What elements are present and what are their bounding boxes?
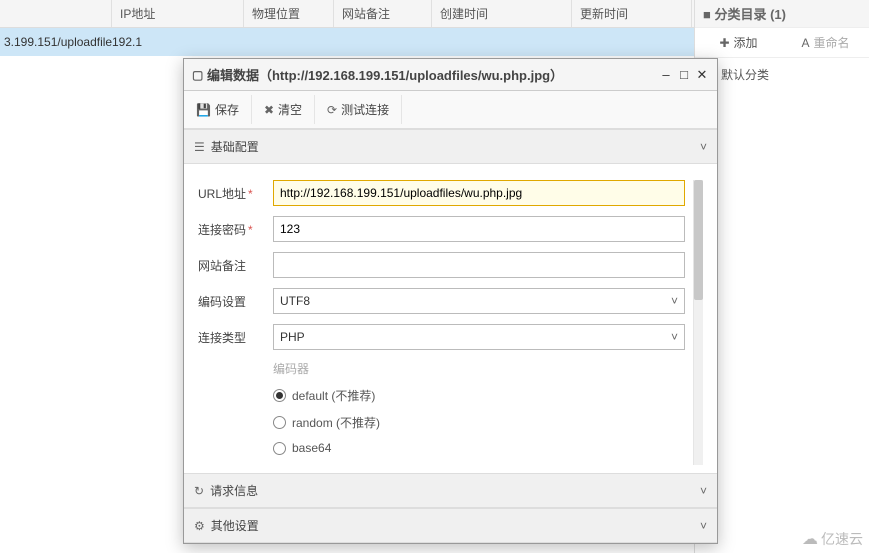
rename-label: 重命名 [814, 34, 850, 51]
clear-button[interactable]: ✖ 清空 [252, 95, 315, 124]
url-label: URL地址 [198, 187, 246, 201]
add-category-button[interactable]: ✚ 添加 [695, 34, 782, 51]
spinner-icon: ⟳ [327, 103, 337, 117]
window-icon: ▢ [192, 68, 203, 82]
encoder-random-radio[interactable]: random (不推荐) [273, 414, 685, 431]
table-header: IP地址 物理位置 网站备注 创建时间 更新时间 [0, 0, 694, 28]
th-created[interactable]: 创建时间 [432, 0, 572, 27]
test-connection-button[interactable]: ⟳ 测试连接 [315, 95, 402, 124]
th-note[interactable]: 网站备注 [334, 0, 432, 27]
rename-category-button[interactable]: A 重命名 [782, 34, 869, 51]
dialog-toolbar: 💾 保存 ✖ 清空 ⟳ 测试连接 [184, 91, 717, 129]
form-scrollbar[interactable] [693, 180, 703, 465]
chevron-down-icon: ˅ [700, 519, 707, 533]
password-input[interactable] [273, 216, 685, 242]
encoding-select[interactable]: UTF8 ˅ [273, 288, 685, 314]
type-label: 连接类型 [198, 329, 273, 346]
radio-icon [273, 416, 286, 429]
section-request[interactable]: ↻ 请求信息 ˅ [184, 473, 717, 508]
refresh-icon: ↻ [194, 484, 204, 498]
watermark: ☁ 亿速云 [802, 529, 863, 549]
password-label: 连接密码 [198, 223, 246, 237]
row-ip-cell: 192.1 [112, 35, 152, 49]
radio-icon [273, 442, 286, 455]
category-default-item[interactable]: 🗀 默认分类 [695, 58, 869, 91]
chevron-down-icon: ˅ [700, 484, 707, 498]
radio-icon [273, 389, 286, 402]
th-loc[interactable]: 物理位置 [244, 0, 334, 27]
encoding-label: 编码设置 [198, 293, 273, 310]
default-folder-label: 默认分类 [721, 66, 769, 83]
category-panel: ■ 分类目录 (1) ✚ 添加 A 重命名 🗀 默认分类 [694, 0, 869, 553]
note-label: 网站备注 [198, 257, 273, 274]
plus-icon: ✚ [719, 36, 729, 50]
scrollbar-thumb[interactable] [694, 180, 703, 300]
save-button[interactable]: 💾 保存 [184, 95, 252, 124]
th-updated[interactable]: 更新时间 [572, 0, 692, 27]
section-basic[interactable]: ☰ 基础配置 ˅ [184, 129, 717, 164]
row-url-cell: 3.199.151/uploadfile [4, 35, 112, 49]
note-input[interactable] [273, 252, 685, 278]
section-other[interactable]: ⚙ 其他设置 ˅ [184, 508, 717, 543]
dialog-title-text: 编辑数据（http://192.168.199.151/uploadfiles/… [207, 65, 563, 84]
type-select[interactable]: PHP ˅ [273, 324, 685, 350]
chevron-down-icon: ˅ [671, 294, 678, 308]
gear-icon: ⚙ [194, 519, 205, 533]
encoder-base64-radio[interactable]: base64 [273, 441, 685, 455]
font-icon: A [801, 36, 809, 50]
minimize-button[interactable]: – [659, 67, 673, 82]
encoder-default-radio[interactable]: default (不推荐) [273, 387, 685, 404]
dialog-titlebar[interactable]: ▢ 编辑数据（http://192.168.199.151/uploadfile… [184, 59, 717, 91]
clear-icon: ✖ [264, 103, 274, 117]
chevron-down-icon: ˅ [700, 140, 707, 154]
encoder-title: 编码器 [273, 360, 685, 377]
th-ip[interactable]: IP地址 [112, 0, 244, 27]
chevron-down-icon: ˅ [671, 330, 678, 344]
add-label: 添加 [734, 34, 758, 51]
cloud-icon: ☁ [802, 529, 818, 549]
close-button[interactable]: ✕ [695, 67, 709, 83]
url-input[interactable] [273, 180, 685, 206]
save-icon: 💾 [196, 103, 211, 117]
maximize-button[interactable]: □ [677, 67, 691, 82]
form-body: URL地址* 连接密码* 网站备注 编码设置 UTF8 ˅ 连接类型 [184, 164, 717, 473]
category-title: ■ 分类目录 (1) [695, 0, 869, 28]
list-icon: ☰ [194, 140, 205, 154]
table-row[interactable]: 3.199.151/uploadfile 192.1 [0, 28, 694, 56]
edit-data-dialog: ▢ 编辑数据（http://192.168.199.151/uploadfile… [183, 58, 718, 544]
